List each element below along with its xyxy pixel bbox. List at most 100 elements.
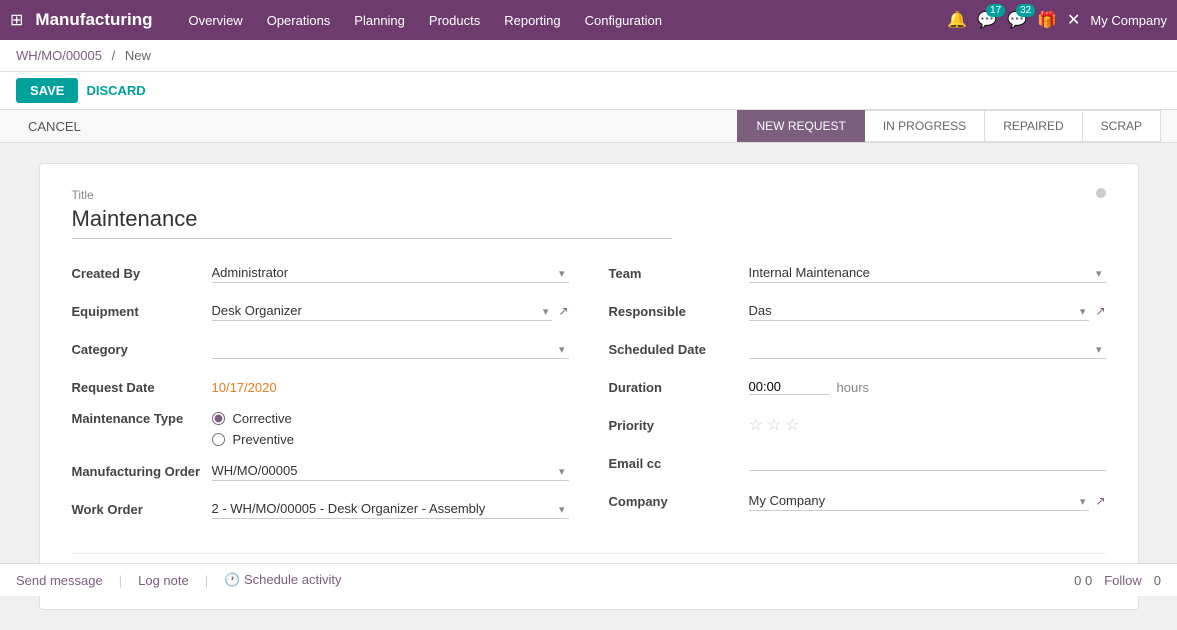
equipment-select[interactable]: Desk Organizer [212, 301, 553, 321]
log-note-button[interactable]: Log note [138, 573, 189, 588]
follower-count: 0 0 [1074, 573, 1092, 588]
breadcrumb-separator: / [112, 48, 116, 63]
status-bar: CANCEL NEW REQUEST IN PROGRESS REPAIRED … [0, 110, 1177, 143]
nav-configuration[interactable]: Configuration [575, 9, 672, 32]
preventive-option[interactable]: Preventive [212, 432, 294, 447]
team-select[interactable]: Internal Maintenance [749, 263, 1106, 283]
duration-unit: hours [837, 380, 870, 395]
star-2[interactable]: ☆ [767, 415, 781, 435]
status-repaired[interactable]: REPAIRED [985, 110, 1082, 142]
company-select-wrapper: My Company [749, 491, 1090, 511]
scheduled-date-label: Scheduled Date [609, 342, 749, 357]
scheduled-date-row: Scheduled Date [609, 335, 1106, 363]
priority-label: Priority [609, 418, 749, 433]
manufacturing-order-select[interactable]: WH/MO/00005 [212, 461, 569, 481]
request-date-row: Request Date 10/17/2020 [72, 373, 569, 401]
cancel-button[interactable]: CANCEL [16, 111, 93, 142]
work-order-row: Work Order 2 - WH/MO/00005 - Desk Organi… [72, 495, 569, 523]
gift-icon[interactable]: 🎁 [1037, 10, 1057, 30]
company-select[interactable]: My Company [749, 491, 1090, 511]
maintenance-type-label: Maintenance Type [72, 411, 212, 426]
status-new-request[interactable]: NEW REQUEST [737, 110, 864, 142]
email-cc-label: Email cc [609, 456, 749, 471]
work-order-wrapper: 2 - WH/MO/00005 - Desk Organizer - Assem… [212, 499, 569, 519]
follower-count-2: 0 [1154, 573, 1161, 588]
bottom-bar: Send message | Log note | 🕐 Schedule act… [0, 563, 1177, 596]
breadcrumb-parent[interactable]: WH/MO/00005 [16, 48, 102, 63]
responsible-label: Responsible [609, 304, 749, 319]
responsible-row: Responsible Das ↗ [609, 297, 1106, 325]
equipment-label: Equipment [72, 304, 212, 319]
corrective-radio[interactable] [212, 412, 225, 425]
duration-wrapper: hours [749, 379, 870, 395]
bottom-right-actions: 0 0 Follow 0 [1074, 573, 1161, 588]
nav-products[interactable]: Products [419, 9, 490, 32]
manufacturing-order-label: Manufacturing Order [72, 464, 212, 479]
company-name: My Company [1090, 13, 1167, 28]
nav-planning[interactable]: Planning [344, 9, 415, 32]
preventive-label: Preventive [233, 432, 294, 447]
preventive-radio[interactable] [212, 433, 225, 446]
request-date-value[interactable]: 10/17/2020 [212, 380, 277, 395]
form-right: Team Internal Maintenance Responsible Da… [609, 259, 1106, 533]
work-order-select[interactable]: 2 - WH/MO/00005 - Desk Organizer - Assem… [212, 499, 569, 519]
form-left: Created By Administrator Equipment Desk … [72, 259, 569, 533]
close-icon[interactable]: ✕ [1067, 10, 1080, 30]
top-navigation: ⊞ Manufacturing Overview Operations Plan… [0, 0, 1177, 40]
title-input[interactable] [72, 206, 672, 239]
nav-reporting[interactable]: Reporting [494, 9, 570, 32]
corrective-option[interactable]: Corrective [212, 411, 294, 426]
chat-badge: 32 [1016, 4, 1035, 17]
created-by-select[interactable]: Administrator [212, 263, 569, 283]
breadcrumb-current: New [125, 48, 151, 63]
status-steps: NEW REQUEST IN PROGRESS REPAIRED SCRAP [737, 110, 1161, 142]
follow-button[interactable]: Follow [1104, 573, 1142, 588]
company-label: Company [609, 494, 749, 509]
team-row: Team Internal Maintenance [609, 259, 1106, 287]
priority-row: Priority ☆ ☆ ☆ [609, 411, 1106, 439]
star-3[interactable]: ☆ [785, 415, 799, 435]
category-select[interactable] [212, 339, 569, 359]
team-wrapper: Internal Maintenance [749, 263, 1106, 283]
grid-icon[interactable]: ⊞ [10, 10, 23, 30]
form-body: Created By Administrator Equipment Desk … [72, 259, 1106, 533]
save-button[interactable]: SAVE [16, 78, 78, 103]
chat-icon[interactable]: 💬 32 [1007, 10, 1027, 30]
company-external-link-icon[interactable]: ↗ [1095, 494, 1105, 508]
responsible-select-wrapper: Das [749, 301, 1090, 321]
discard-button[interactable]: DISCARD [86, 83, 145, 98]
email-cc-row: Email cc [609, 449, 1106, 477]
schedule-activity-link[interactable]: 🕐 Schedule activity [224, 572, 341, 588]
email-cc-input[interactable] [749, 455, 1106, 471]
nav-operations[interactable]: Operations [257, 9, 341, 32]
activities-icon[interactable]: 💬 17 [977, 10, 997, 30]
status-in-progress[interactable]: IN PROGRESS [865, 110, 985, 142]
star-1[interactable]: ☆ [749, 415, 763, 435]
priority-stars: ☆ ☆ ☆ [749, 415, 800, 435]
status-indicator [1096, 188, 1106, 198]
duration-label: Duration [609, 380, 749, 395]
team-label: Team [609, 266, 749, 281]
manufacturing-order-row: Manufacturing Order WH/MO/00005 [72, 457, 569, 485]
category-row: Category [72, 335, 569, 363]
responsible-external-link-icon[interactable]: ↗ [1095, 304, 1105, 318]
created-by-row: Created By Administrator [72, 259, 569, 287]
duration-input[interactable] [749, 379, 829, 395]
company-row: Company My Company ↗ [609, 487, 1106, 515]
app-title: Manufacturing [35, 10, 152, 30]
equipment-external-link-icon[interactable]: ↗ [558, 304, 568, 318]
duration-row: Duration hours [609, 373, 1106, 401]
created-by-wrapper: Administrator [212, 263, 569, 283]
responsible-wrapper: Das ↗ [749, 301, 1106, 321]
manufacturing-order-wrapper: WH/MO/00005 [212, 461, 569, 481]
responsible-select[interactable]: Das [749, 301, 1090, 321]
equipment-wrapper: Desk Organizer ↗ [212, 301, 569, 321]
send-message-button[interactable]: Send message [16, 573, 103, 588]
bell-icon[interactable]: 🔔 [947, 10, 967, 30]
nav-overview[interactable]: Overview [179, 9, 253, 32]
scheduled-date-select[interactable] [749, 339, 1106, 359]
maintenance-type-row: Maintenance Type Corrective Preventive [72, 411, 569, 447]
maintenance-type-group: Corrective Preventive [212, 411, 294, 447]
status-scrap[interactable]: SCRAP [1083, 110, 1161, 142]
activities-badge: 17 [986, 4, 1005, 17]
